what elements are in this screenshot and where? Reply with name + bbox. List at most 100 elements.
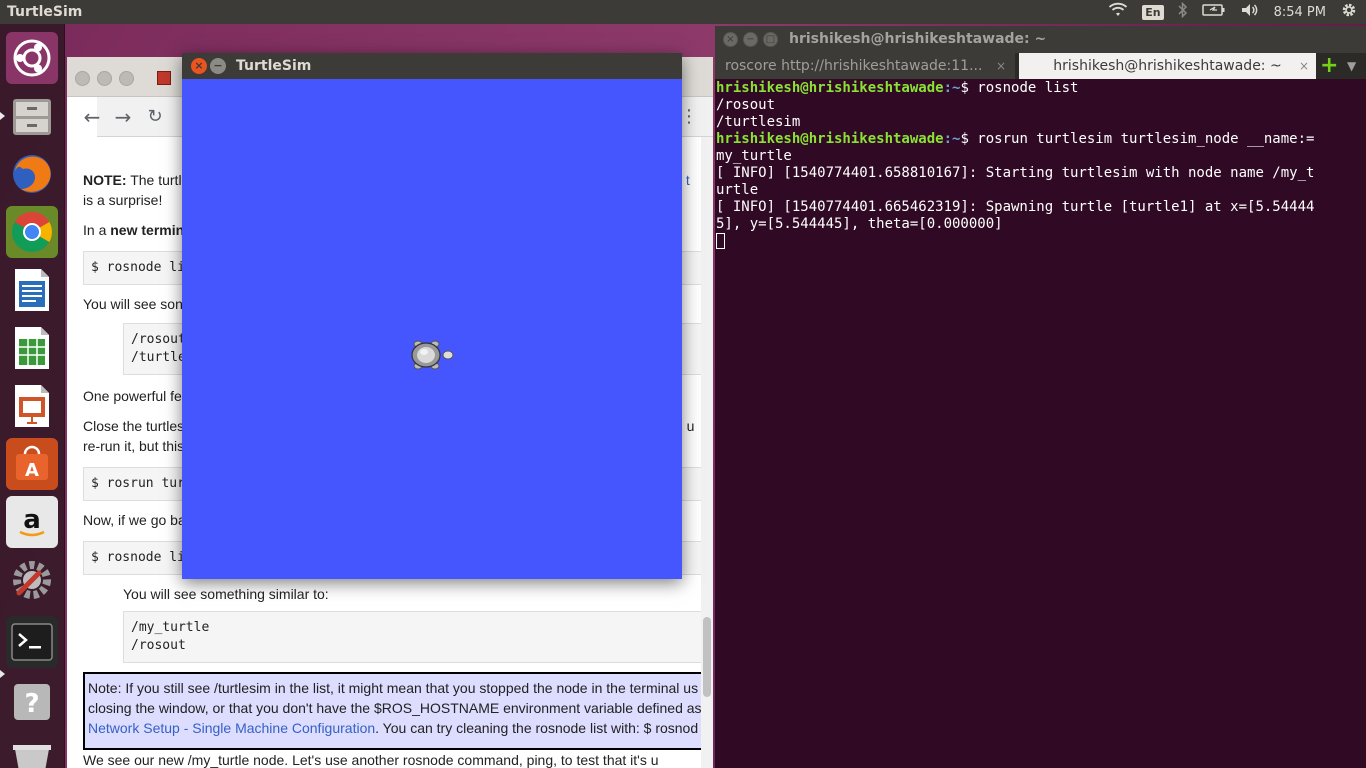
wifi-icon[interactable]: [1108, 2, 1128, 22]
in-a-text: In a: [83, 222, 111, 238]
turtlesim-canvas: [182, 79, 682, 579]
turtle-icon: [409, 338, 455, 376]
new-terminal-bold: new termin: [110, 222, 185, 238]
browser-maximize-button[interactable]: [119, 71, 134, 86]
help-icon[interactable]: ?: [6, 676, 58, 728]
terminal-title: hrishikesh@hrishikeshtawade: ~: [789, 31, 1047, 47]
terminal-close-icon[interactable]: ×: [723, 32, 738, 47]
network-setup-link[interactable]: Network Setup - Single Machine Configura…: [88, 720, 375, 736]
prompt-path: :~: [943, 80, 961, 96]
svg-text:a: a: [23, 505, 41, 535]
terminal-output[interactable]: hrishikesh@hrishikeshtawade:~$ rosnode l…: [716, 80, 1361, 250]
terminal-icon[interactable]: [6, 616, 58, 668]
svg-text:?: ?: [24, 689, 39, 719]
files-running-indicator: [0, 112, 5, 120]
battery-icon[interactable]: [1201, 3, 1226, 21]
keyboard-layout-indicator[interactable]: En: [1142, 4, 1164, 20]
tab-label: roscore http://hrishikeshtawade:11...: [725, 58, 983, 74]
forward-arrow-icon[interactable]: →: [111, 105, 135, 129]
new-tab-plus-icon[interactable]: +: [1320, 55, 1338, 77]
output-line: /my_turtle: [131, 620, 210, 635]
turtlesim-title: TurtleSim: [236, 58, 312, 74]
ubuntu-software-icon[interactable]: A: [6, 438, 58, 490]
one-powerful-text: One powerful fe: [83, 388, 182, 404]
launcher: A a ?: [0, 24, 65, 768]
turtlesim-window: × − TurtleSim: [182, 53, 682, 579]
prompt-path: :~: [943, 131, 961, 147]
bluetooth-icon[interactable]: [1178, 1, 1188, 22]
libreoffice-calc-icon[interactable]: [6, 322, 58, 374]
scroll-thumb[interactable]: [703, 617, 711, 697]
turtlesim-minimize-icon[interactable]: −: [210, 58, 226, 74]
terminal-line: [716, 233, 1361, 250]
terminal-cursor: [716, 233, 725, 249]
firefox-icon[interactable]: [6, 148, 58, 200]
you-will-see-text: You will see son: [83, 296, 183, 312]
tab-label: hrishikesh@hrishikeshtawade: ~: [1053, 58, 1282, 74]
tab-menu-chevron-icon[interactable]: ▼: [1347, 55, 1356, 77]
tab-hrishikesh[interactable]: hrishikesh@hrishikeshtawade: ~ ×: [1019, 53, 1316, 79]
trash-icon[interactable]: [6, 730, 58, 768]
top-panel: TurtleSim En 8:54 PM: [0, 0, 1366, 24]
instruction-text: In a new termin: [83, 222, 184, 238]
page-scrollbar[interactable]: [701, 137, 713, 768]
terminal-titlebar[interactable]: × − □ hrishikesh@hrishikeshtawade: ~: [715, 26, 1366, 53]
now-if-text: Now, if we go ba: [83, 512, 186, 528]
terminal-window: × − □ hrishikesh@hrishikeshtawade: ~ ros…: [715, 26, 1366, 768]
chrome-icon[interactable]: [6, 206, 58, 258]
volume-icon[interactable]: [1240, 2, 1260, 22]
svg-text:A: A: [25, 460, 39, 481]
output-block: /my_turtle /rosout: [123, 611, 703, 663]
terminal-line: /turtlesim: [716, 114, 801, 130]
warning-note-box: Note: If you still see /turtlesim in the…: [83, 672, 703, 750]
files-icon[interactable]: [6, 90, 58, 142]
terminal-line: urtle: [716, 182, 759, 198]
turtlesim-close-icon[interactable]: ×: [191, 58, 207, 74]
tab-close-icon[interactable]: ×: [1299, 53, 1309, 79]
back-arrow-icon[interactable]: ←: [80, 105, 104, 129]
note-text: The turtl: [126, 172, 182, 188]
terminal-line: hrishikesh@hrishikeshtawade:~$ rosnode l…: [716, 80, 1361, 97]
tab-favicon-icon: [157, 71, 171, 85]
note-box-line-rest: . You can try cleaning the rosnode list …: [375, 720, 699, 736]
tab-roscore[interactable]: roscore http://hrishikeshtawade:11... ×: [715, 53, 1016, 79]
surprise-text: is a surprise!: [83, 192, 163, 208]
terminal-line: [ INFO] [1540774401.658810167]: Starting…: [716, 165, 1315, 181]
close-turtlesim-text: Close the turtles: [83, 418, 185, 434]
reload-icon[interactable]: ↻: [143, 105, 167, 129]
tab-close-icon[interactable]: ×: [996, 53, 1006, 79]
browser-close-button[interactable]: [75, 71, 90, 86]
terminal-line: my_turtle: [716, 148, 792, 164]
amazon-icon[interactable]: a: [6, 496, 58, 548]
command-text: $ rosrun turtlesim turtlesim_node __name…: [960, 131, 1315, 147]
prompt-user: hrishikesh@hrishikeshtawade: [716, 131, 944, 147]
system-settings-icon[interactable]: [6, 554, 58, 606]
output-line: /rosout: [131, 638, 186, 653]
terminal-running-indicator: [0, 670, 5, 678]
terminal-line: [ INFO] [1540774401.665462319]: Spawning…: [716, 199, 1315, 215]
note-box-line: Network Setup - Single Machine Configura…: [88, 718, 698, 738]
similar-text: You will see something similar to:: [123, 586, 329, 602]
rerun-text: re-run it, but this: [83, 438, 185, 454]
terminal-line: hrishikesh@hrishikeshtawade:~$ rosrun tu…: [716, 131, 1361, 148]
prompt-user: hrishikesh@hrishikeshtawade: [716, 80, 944, 96]
terminal-line: 5], y=[5.544445], theta=[0.000000]: [716, 216, 1003, 232]
ubuntu-dash-icon[interactable]: [6, 32, 58, 84]
bottom-paragraph: We see our new /my_turtle node. Let's us…: [83, 752, 659, 768]
browser-minimize-button[interactable]: [97, 71, 112, 86]
note-box-line: closing the window, or that you don't ha…: [88, 700, 702, 716]
terminal-minimize-icon[interactable]: −: [743, 32, 758, 47]
active-app-title: TurtleSim: [7, 4, 83, 20]
terminal-maximize-icon[interactable]: □: [763, 32, 778, 47]
system-gear-icon[interactable]: [1340, 1, 1358, 23]
note-box-line: Note: If you still see /turtlesim in the…: [88, 680, 699, 696]
panel-indicators: En 8:54 PM: [1108, 0, 1358, 24]
note-label: NOTE:: [83, 172, 127, 188]
libreoffice-writer-icon[interactable]: [6, 264, 58, 316]
command-text: $ rosnode list: [960, 80, 1079, 96]
turtlesim-titlebar[interactable]: × − TurtleSim: [182, 53, 682, 79]
terminal-tab-bar: roscore http://hrishikeshtawade:11... × …: [715, 53, 1366, 79]
libreoffice-impress-icon[interactable]: [6, 380, 58, 432]
terminal-line: /rosout: [716, 97, 776, 113]
clock[interactable]: 8:54 PM: [1274, 5, 1326, 20]
